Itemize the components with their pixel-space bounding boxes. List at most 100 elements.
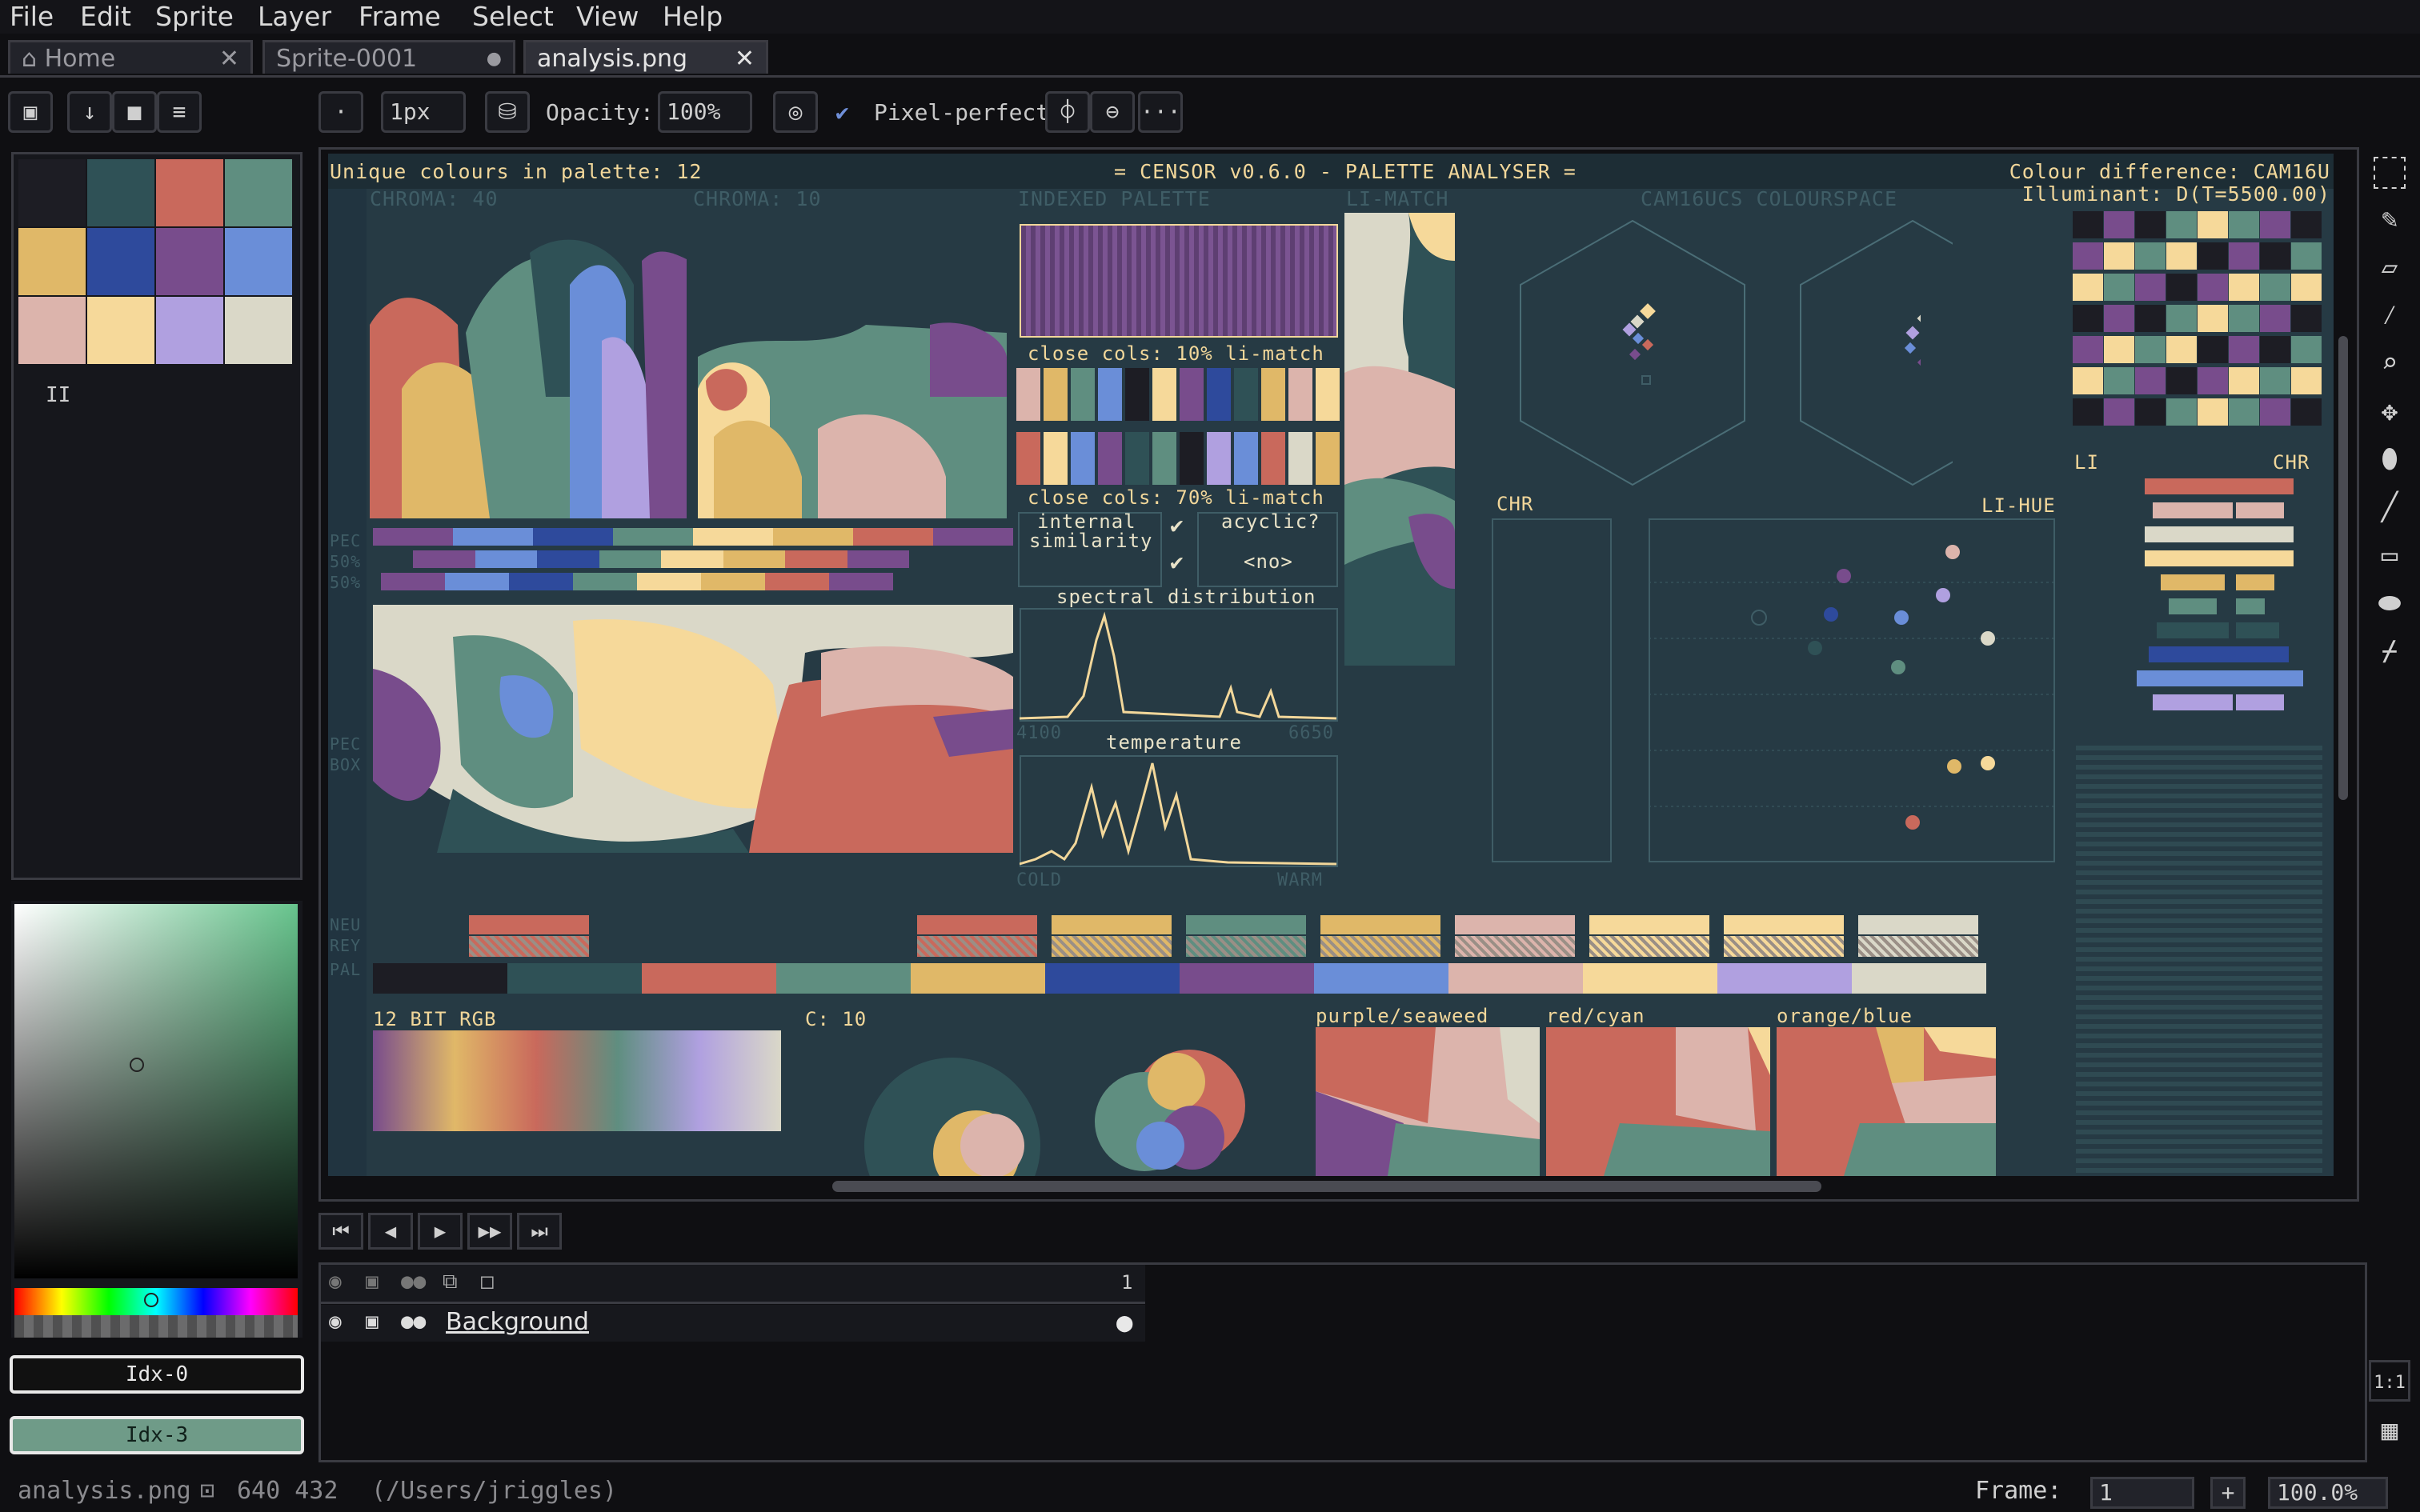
layer-row[interactable]: ◉ ▣ ●● Background ●: [321, 1305, 1145, 1342]
tab-analysis[interactable]: analysis.png ✕: [523, 40, 768, 74]
lihue-scatter-chart: [1649, 518, 2055, 862]
modified-dot-icon[interactable]: ●: [487, 42, 502, 76]
palette-swatch[interactable]: [225, 228, 292, 295]
symmetry-horizontal-icon[interactable]: ⊖: [1090, 91, 1135, 133]
pair-swatch: [2135, 211, 2166, 238]
lock-icon[interactable]: ▣: [366, 1270, 379, 1294]
pair-swatch: [2104, 398, 2134, 426]
palette-swatch[interactable]: [225, 159, 292, 226]
pixel-perfect-checkbox[interactable]: ✔: [835, 99, 849, 126]
one-to-one-button[interactable]: 1:1: [2369, 1360, 2410, 1402]
hue-handle[interactable]: [144, 1293, 158, 1307]
play-button[interactable]: ▶: [418, 1213, 463, 1250]
zoom-field[interactable]: 100.0%: [2268, 1477, 2388, 1509]
foreground-color-button[interactable]: Idx-0: [10, 1355, 304, 1394]
line-tool-icon[interactable]: ╱: [2369, 486, 2410, 528]
vertical-scrollbar[interactable]: [2338, 336, 2348, 800]
menu-sprite[interactable]: Sprite: [155, 0, 234, 34]
palette-swatch[interactable]: [156, 297, 223, 364]
frame-field[interactable]: 1: [2090, 1477, 2194, 1509]
tab-sprite[interactable]: Sprite-0001 ●: [262, 40, 515, 74]
visible-eye-icon[interactable]: ◉: [329, 1310, 342, 1334]
continuous-icon[interactable]: ●●: [401, 1270, 426, 1294]
rey-label: REY: [330, 936, 362, 955]
zoom-tool-icon[interactable]: ⌕: [2369, 342, 2410, 384]
previous-frame-button[interactable]: ◀: [368, 1213, 413, 1250]
tab-home[interactable]: ⌂ Home ✕: [8, 40, 253, 74]
close-icon[interactable]: ✕: [735, 42, 755, 76]
list-icon[interactable]: ≡: [157, 91, 202, 133]
lihue-label: LI-HUE: [1981, 494, 2056, 517]
frame-number[interactable]: 1: [1121, 1271, 1132, 1294]
palette-swatch[interactable]: [18, 297, 86, 364]
palette-swatch[interactable]: [87, 159, 154, 226]
brush-type-icon[interactable]: ·: [319, 91, 363, 133]
menu-frame[interactable]: Frame: [359, 0, 441, 34]
pair-swatch: [2260, 274, 2290, 301]
last-frame-button[interactable]: ⏭: [517, 1213, 562, 1250]
saturation-value-field[interactable]: [14, 904, 298, 1278]
eye-icon[interactable]: ◉: [329, 1270, 342, 1294]
menu-help[interactable]: Help: [663, 0, 723, 34]
chr-bar: [2236, 550, 2294, 566]
picker-cursor[interactable]: [130, 1058, 144, 1072]
page-icon[interactable]: ■: [112, 91, 157, 133]
ink-icon[interactable]: ⛁: [485, 91, 530, 133]
acyclic-label: acyclic?: [1221, 510, 1320, 533]
pencil-tool-icon[interactable]: ✎: [2369, 198, 2410, 240]
palette-swatch[interactable]: [225, 297, 292, 364]
menu-view[interactable]: View: [576, 0, 639, 34]
add-frame-button[interactable]: +: [2210, 1477, 2246, 1509]
brush-size-field[interactable]: 1px: [381, 91, 466, 133]
fill-tool-icon[interactable]: ⬮: [2369, 438, 2410, 480]
chr-bar: [2236, 694, 2284, 710]
pec-bar-row: [373, 528, 1013, 546]
palette-bar-swatch: [1852, 963, 1986, 994]
unlocked-icon[interactable]: ▣: [366, 1310, 379, 1334]
layer-name[interactable]: Background: [446, 1308, 589, 1336]
shading-icon[interactable]: ◎: [773, 91, 818, 133]
layers-icon[interactable]: ⧉: [443, 1270, 458, 1294]
lasso-tool-icon[interactable]: ⬬: [2369, 582, 2410, 624]
eyedropper-tool-icon[interactable]: ⁄: [2369, 294, 2410, 336]
more-options-button[interactable]: ···: [1138, 91, 1183, 133]
chr-bar: [2236, 478, 2294, 494]
sprite-image[interactable]: Unique colours in palette: 12 = CENSOR v…: [328, 154, 2334, 1176]
background-color-button[interactable]: Idx-3: [10, 1416, 304, 1454]
first-frame-button[interactable]: ⏮: [319, 1213, 363, 1250]
alpha-slider[interactable]: [14, 1315, 298, 1338]
palette-swatch[interactable]: [87, 228, 154, 295]
arrow-down-icon[interactable]: ↓: [67, 91, 112, 133]
menu-layer[interactable]: Layer: [258, 0, 331, 34]
palette-swatch[interactable]: [156, 159, 223, 226]
palette-mode-icon[interactable]: II: [46, 383, 70, 407]
palette-bar-swatch: [911, 963, 1045, 994]
pair-swatch: [2198, 305, 2228, 332]
palette-swatch[interactable]: [18, 159, 86, 226]
menu-edit[interactable]: Edit: [80, 0, 131, 34]
li-bar: [2145, 550, 2241, 566]
palette-swatch[interactable]: [156, 228, 223, 295]
chr-bar: [2236, 526, 2294, 542]
film-icon[interactable]: ▦: [2369, 1410, 2410, 1451]
cel-dot-icon[interactable]: ●: [1116, 1306, 1132, 1338]
eraser-tool-icon[interactable]: ▱: [2369, 246, 2410, 288]
continuous-icon[interactable]: ●●: [401, 1310, 426, 1334]
pec-bars: [373, 528, 1013, 592]
rectangle-tool-icon[interactable]: ▭: [2369, 534, 2410, 576]
menu-file[interactable]: File: [10, 0, 54, 34]
marquee-tool-icon[interactable]: [2374, 157, 2406, 189]
lock-icon[interactable]: ▣: [8, 91, 53, 133]
cel-icon[interactable]: □: [481, 1270, 494, 1294]
horizontal-scrollbar[interactable]: [832, 1181, 1821, 1192]
opacity-field[interactable]: 100%: [658, 91, 752, 133]
close-col-swatch: [1098, 368, 1122, 421]
move-tool-icon[interactable]: ✥: [2369, 390, 2410, 432]
next-frame-button[interactable]: ▶▶: [467, 1213, 512, 1250]
palette-swatch[interactable]: [87, 297, 154, 364]
palette-swatch[interactable]: [18, 228, 86, 295]
menu-select[interactable]: Select: [472, 0, 554, 34]
blur-tool-icon[interactable]: ⌿: [2369, 630, 2410, 672]
symmetry-vertical-icon[interactable]: ⌽: [1045, 91, 1090, 133]
close-icon[interactable]: ✕: [219, 42, 239, 76]
